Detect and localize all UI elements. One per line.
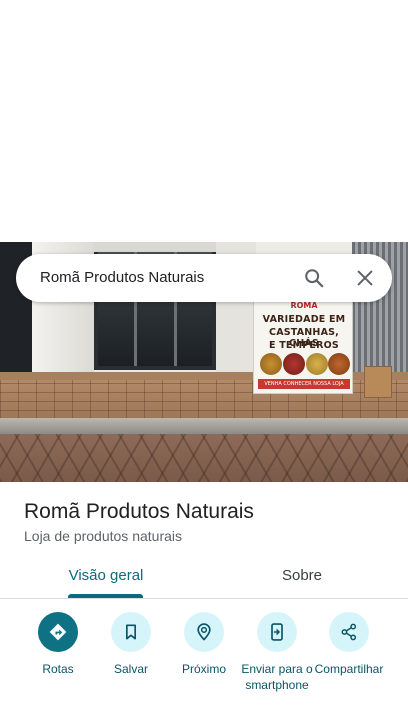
directions-label: Rotas (42, 662, 74, 676)
sign-line-3: E TEMPEROS (269, 340, 339, 351)
sign-brand: ROMÃ (290, 301, 318, 310)
place-title: Romã Produtos Naturais (24, 500, 254, 523)
sign-product-bowls (260, 353, 350, 375)
tab-overview[interactable]: Visão geral (4, 567, 208, 584)
tab-about[interactable]: Sobre (200, 567, 404, 584)
search-query[interactable]: Romã Produtos Naturais (40, 269, 204, 286)
sign-footer: VENHA CONHECER NOSSA LOJA (258, 379, 350, 389)
send-to-phone-label: Enviar para o smartphone (241, 662, 313, 692)
action-bar: Rotas Salvar Próximo Enviar para o smart… (0, 612, 408, 724)
search-icon[interactable] (303, 267, 325, 289)
save-label: Salvar (113, 662, 148, 676)
sign-line-1: VARIEDADE EM (262, 314, 346, 325)
tab-selected-indicator (68, 594, 143, 598)
close-icon[interactable] (354, 267, 376, 289)
place-tabs: Visão geral Sobre (0, 556, 408, 599)
place-category[interactable]: Loja de produtos naturais (24, 528, 182, 544)
store-sign: ROMÃ VARIEDADE EM CASTANHAS, CHÁS E TEMP… (253, 298, 353, 394)
share-label: Compartilhar (314, 662, 384, 676)
cardboard-box (364, 366, 392, 398)
nearby-label: Próximo (181, 662, 226, 676)
search-bar[interactable]: Romã Produtos Naturais (16, 254, 392, 302)
top-blank-area (0, 0, 408, 242)
